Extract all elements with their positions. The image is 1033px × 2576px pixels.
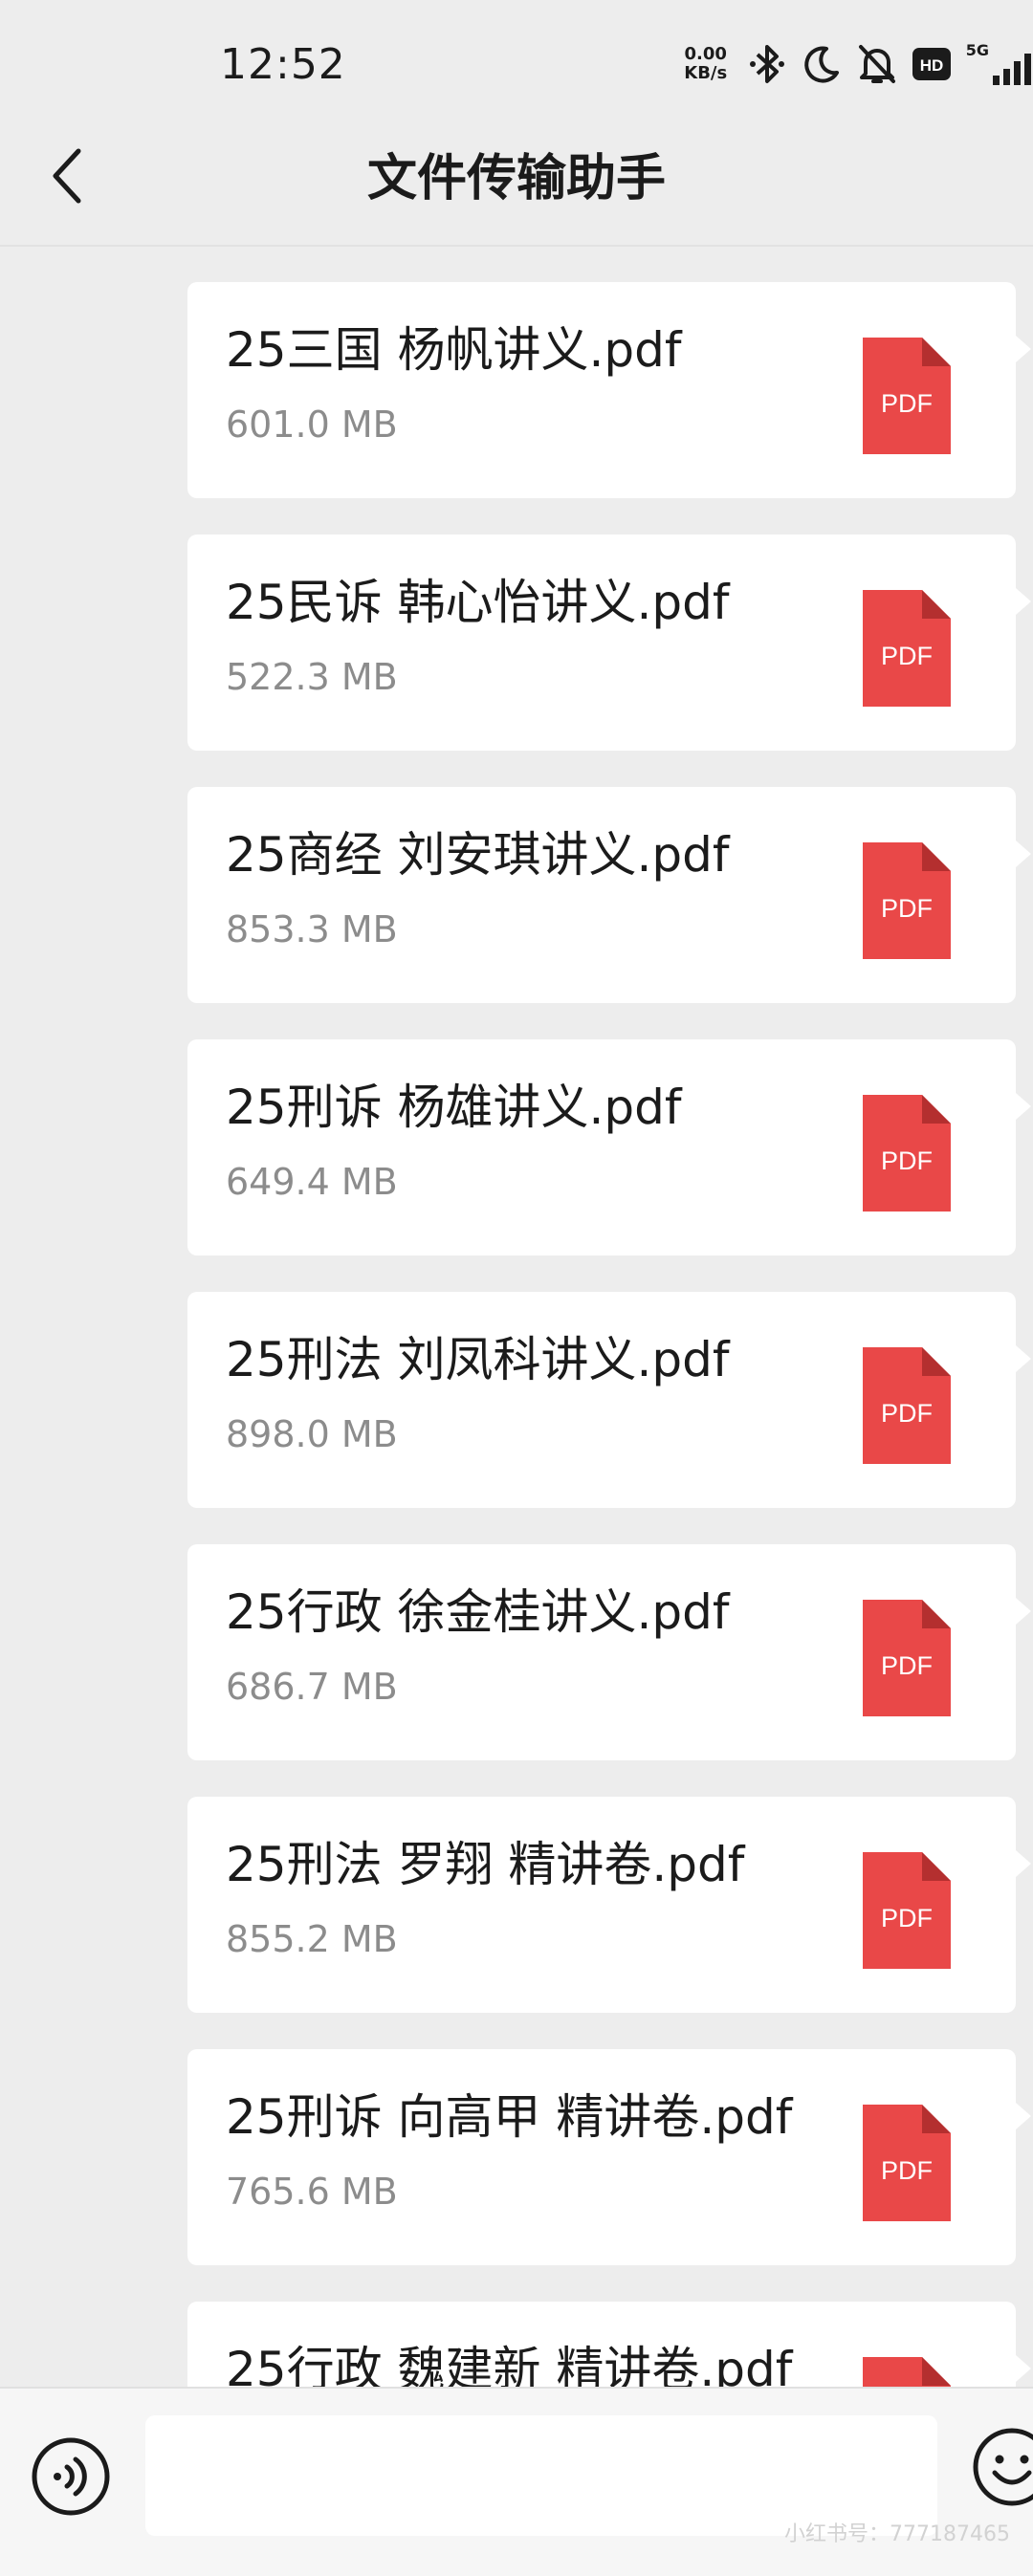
file-name: 25行政 魏建新 精讲卷.pdf: [226, 2342, 793, 2389]
file-message-card[interactable]: 25行政 徐金桂讲义.pdf 686.7 MB PDF: [187, 1544, 1031, 1760]
bluetooth-icon: [748, 43, 786, 85]
watermark: 小红书号：777187465: [784, 2522, 1010, 2546]
status-bar: 12:52 0.00 KB/s HD 5G: [0, 0, 1033, 105]
emoji-icon: [973, 2428, 1033, 2506]
network-label: 5G: [965, 41, 989, 59]
file-size: 855.2 MB: [226, 1918, 398, 1960]
pdf-icon-label: PDF: [881, 1651, 933, 1680]
pdf-icon-label: PDF: [881, 642, 933, 670]
file-name: 25刑法 罗翔 精讲卷.pdf: [226, 1837, 745, 1892]
net-speed-value: 0.00: [684, 44, 727, 64]
file-name: 25民诉 韩心怡讲义.pdf: [226, 575, 730, 630]
file-message-card[interactable]: 25民诉 韩心怡讲义.pdf 522.3 MB PDF: [187, 535, 1031, 751]
file-name: 25三国 杨帆讲义.pdf: [226, 322, 682, 378]
pdf-file-icon: PDF: [863, 1095, 951, 1212]
file-message-card[interactable]: 25刑法 刘凤科讲义.pdf 898.0 MB PDF: [187, 1292, 1031, 1508]
file-message-card[interactable]: 25刑法 罗翔 精讲卷.pdf 855.2 MB PDF: [187, 1797, 1031, 2013]
hd-label: HD: [919, 56, 943, 75]
file-size: 686.7 MB: [226, 1666, 398, 1708]
file-size: 601.0 MB: [226, 404, 398, 446]
pdf-icon-label: PDF: [881, 894, 933, 923]
pdf-icon-label: PDF: [881, 2156, 933, 2185]
net-speed-unit: KB/s: [684, 63, 728, 83]
pdf-icon-label: PDF: [881, 1904, 933, 1932]
file-name: 25刑诉 向高甲 精讲卷.pdf: [226, 2089, 793, 2145]
pdf-icon-label: PDF: [881, 1399, 933, 1428]
signal-icon: 5G: [966, 43, 1033, 85]
file-name: 25行政 徐金桂讲义.pdf: [226, 1584, 730, 1640]
file-message-card[interactable]: 25三国 杨帆讲义.pdf 601.0 MB PDF: [187, 282, 1031, 498]
message-list[interactable]: 25三国 杨帆讲义.pdf 601.0 MB PDF 25民诉 韩心怡讲义.pdf 52…: [0, 247, 1033, 2389]
file-message-card[interactable]: 25刑诉 杨雄讲义.pdf 649.4 MB PDF: [187, 1039, 1031, 1255]
voice-button[interactable]: [31, 2436, 111, 2517]
file-size: 898.0 MB: [226, 1413, 398, 1455]
file-message-card[interactable]: 25商经 刘安琪讲义.pdf 853.3 MB PDF: [187, 787, 1031, 1003]
bell-muted-icon: [857, 43, 897, 85]
net-speed: 0.00 KB/s: [677, 45, 735, 83]
file-size: 649.4 MB: [226, 1161, 398, 1203]
emoji-button[interactable]: [972, 2427, 1033, 2507]
file-message-card[interactable]: 25行政 魏建新 精讲卷.pdf PDF: [187, 2302, 1031, 2389]
file-name: 25刑诉 杨雄讲义.pdf: [226, 1080, 682, 1135]
file-name: 25商经 刘安琪讲义.pdf: [226, 827, 730, 883]
pdf-icon-label: PDF: [881, 389, 933, 418]
input-bar: 小红书号：777187465: [0, 2387, 1033, 2576]
pdf-file-icon: PDF: [863, 1347, 951, 1464]
file-size: 765.6 MB: [226, 2171, 398, 2213]
status-time: 12:52: [220, 40, 346, 89]
voice-icon: [32, 2437, 110, 2516]
pdf-file-icon: PDF: [863, 590, 951, 707]
nav-bar: 文件传输助手: [0, 105, 1033, 247]
pdf-file-icon: PDF: [863, 2105, 951, 2221]
pdf-file-icon: PDF: [863, 1852, 951, 1969]
pdf-file-icon: PDF: [863, 2357, 951, 2389]
moon-icon: [802, 44, 842, 84]
file-size: 522.3 MB: [226, 656, 398, 698]
page-title: 文件传输助手: [366, 150, 666, 207]
status-icons: 0.00 KB/s HD 5G: [677, 40, 1033, 88]
pdf-file-icon: PDF: [863, 1600, 951, 1716]
file-message-card[interactable]: 25刑诉 向高甲 精讲卷.pdf 765.6 MB PDF: [187, 2049, 1031, 2265]
pdf-file-icon: PDF: [863, 338, 951, 454]
file-size: 853.3 MB: [226, 908, 398, 950]
file-name: 25刑法 刘凤科讲义.pdf: [226, 1332, 730, 1387]
pdf-icon-label: PDF: [881, 1146, 933, 1175]
pdf-file-icon: PDF: [863, 842, 951, 959]
hd-icon: HD: [912, 48, 951, 80]
